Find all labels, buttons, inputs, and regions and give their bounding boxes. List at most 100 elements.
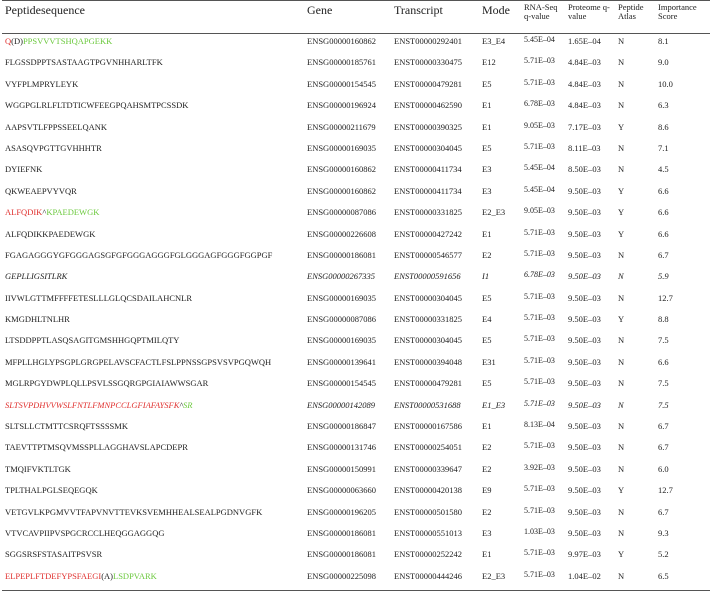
rnaseq-cell: 1.03E–03: [524, 526, 555, 536]
peptide-cell: ALFQDIK^KPAEDEWGK: [2, 205, 304, 226]
rnaseq-cell: 5.71E–03: [524, 227, 555, 237]
transcript-cell: ENST00000331825: [394, 314, 462, 325]
importance-cell: 6.6: [658, 228, 669, 239]
atlas-cell: N: [618, 399, 624, 410]
table-row: VTVCAVPIIPVSPGCRCCLHEQGGAGGQG ENSG0000018…: [2, 526, 710, 547]
mode-cell: E1: [482, 549, 492, 560]
peptide-segment: WGGPGLRLFLTDTICWFEEGPQAHSMTPCSSDK: [5, 100, 189, 111]
rnaseq-cell: 5.45E–04: [524, 163, 555, 173]
mode-cell: E3: [482, 527, 492, 538]
peptide-segment: FLGSSDPPTSASTAAGTPGVNHHARLTFK: [5, 57, 163, 68]
atlas-cell: N: [618, 142, 625, 153]
gene-cell: ENSG00000225098: [307, 570, 376, 581]
importance-cell: 10.0: [658, 78, 673, 89]
table-row: GEPLLIGSITLRK ENSG00000267335 ENST00000591…: [2, 269, 710, 290]
importance-cell: 6.6: [658, 207, 669, 218]
mode-cell: I1: [482, 271, 490, 282]
transcript-cell: ENST00000411734: [394, 185, 462, 196]
peptide-segment: IIVWLGTTMFFFFETESLLLGLQCSDAILAHCNLR: [5, 292, 192, 303]
table-row: ELPEPLFTDEFYPSFAEGI(A)LSDPVARK ENSG000002…: [2, 569, 710, 591]
header-proteome: Proteome q-value: [568, 2, 610, 21]
atlas-cell: Y: [618, 549, 625, 560]
mode-cell: E3: [482, 164, 492, 175]
atlas-cell: N: [618, 378, 625, 389]
proteome-cell: 4.84E–03: [568, 78, 601, 89]
atlas-cell: N: [618, 421, 625, 432]
rnaseq-cell: 5.45E–04: [524, 184, 555, 194]
proteome-cell: 9.50E–03: [568, 399, 601, 410]
atlas-cell: Y: [618, 485, 625, 496]
transcript-cell: ENST00000339647: [394, 463, 462, 474]
peptide-cell: GEPLLIGSITLRK: [2, 269, 304, 290]
peptide-segment: SGGSRSFSTASAITPSVSR: [5, 549, 103, 560]
table-row: FLGSSDPPTSASTAAGTPGVNHHARLTFK ENSG0000018…: [2, 55, 710, 76]
transcript-cell: ENST00000479281: [394, 378, 462, 389]
gene-cell: ENSG00000063660: [307, 485, 376, 496]
table-row: DYIEFNK ENSG00000160862 ENST00000411734 E3 5…: [2, 162, 710, 183]
peptide-segment: ALFQDIK: [5, 207, 43, 218]
header-peptide: Peptidesequence: [5, 3, 85, 17]
peptide-cell: SGGSRSFSTASAITPSVSR: [2, 547, 304, 568]
peptide-cell: VYFPLMPRYLEYK: [2, 77, 304, 98]
atlas-cell: N: [618, 527, 625, 538]
proteome-cell: 9.50E–03: [568, 506, 601, 517]
proteome-cell: 9.50E–03: [568, 228, 601, 239]
transcript-cell: ENST00000254051: [394, 442, 462, 453]
transcript-cell: ENST00000390325: [394, 121, 462, 132]
mode-cell: E31: [482, 356, 496, 367]
table-row: SLTSLLCTMTTCSRQFTSSSSMK ENSG00000186847 EN…: [2, 419, 710, 440]
peptide-segment: VTVCAVPIIPVSPGCRCCLHEQGGAGGQG: [5, 527, 165, 538]
table-row: VETGVLKPGMVVTFAPVNVTTEVKSVEMHHEALSEALPGD…: [2, 505, 710, 526]
atlas-cell: N: [618, 356, 625, 367]
proteome-cell: 7.17E–03: [568, 121, 601, 132]
gene-cell: ENSG00000185761: [307, 57, 376, 68]
proteome-cell: 9.50E–03: [568, 207, 601, 218]
importance-cell: 8.6: [658, 121, 669, 132]
atlas-cell: Y: [618, 185, 625, 196]
peptide-segment: QKWEAEPVYVQR: [5, 185, 77, 196]
peptide-cell: ASASQVPGTTGVHHHTR: [2, 141, 304, 162]
transcript-cell: ENST00000420138: [394, 485, 462, 496]
atlas-cell: Y: [618, 121, 625, 132]
table-row: Q(D)PPSVVVTSHQAPGEKK ENSG00000160862 ENST0…: [2, 34, 710, 56]
table-row: VYFPLMPRYLEYK ENSG00000154545 ENST00000479…: [2, 77, 710, 98]
importance-cell: 6.7: [658, 421, 669, 432]
peptide-cell: Q(D)PPSVVVTSHQAPGEKK: [2, 34, 304, 56]
peptide-segment: FGAGAGGGYGFGGGAGSGFGFGGGAGGGFGLGGGAGFGGG…: [5, 249, 273, 260]
peptide-segment: ASASQVPGTTGVHHHTR: [5, 142, 102, 153]
table-row: AAPSVTLFPPSSEELQANK ENSG00000211679 ENST00…: [2, 120, 710, 141]
table-row: QKWEAEPVYVQR ENSG00000160862 ENST000004117…: [2, 184, 710, 205]
peptide-segment: GEPLLIGSITLRK: [5, 271, 68, 282]
peptide-cell: QKWEAEPVYVQR: [2, 184, 304, 205]
proteome-cell: 9.50E–03: [568, 527, 601, 538]
gene-cell: ENSG00000154545: [307, 78, 376, 89]
transcript-cell: ENST00000546577: [394, 249, 462, 260]
importance-cell: 6.3: [658, 100, 669, 111]
mode-cell: E5: [482, 78, 492, 89]
atlas-cell: N: [618, 100, 625, 111]
peptide-table: Peptidesequence Gene Transcript Mode RNA…: [2, 0, 710, 591]
atlas-cell: Y: [618, 207, 625, 218]
peptide-segment: ALFQDIKKPAEDEWGK: [5, 228, 96, 239]
rnaseq-cell: 5.71E–03: [524, 141, 555, 151]
header-mode: Mode: [482, 3, 510, 17]
rnaseq-cell: 5.45E–04: [524, 35, 555, 44]
proteome-cell: 9.50E–03: [568, 314, 601, 325]
proteome-cell: 9.50E–03: [568, 378, 601, 389]
proteome-cell: 4.84E–03: [568, 100, 601, 111]
peptide-cell: VETGVLKPGMVVTFAPVNVTTEVKSVEMHHEALSEALPGD…: [2, 505, 304, 526]
atlas-cell: N: [618, 570, 625, 581]
gene-cell: ENSG00000186081: [307, 527, 376, 538]
peptide-cell: TPLTHALPGLSEQEGQK: [2, 483, 304, 504]
rnaseq-cell: 5.71E–03: [524, 77, 555, 87]
peptide-cell: MGLRPGYDWPLQLLPSVLSSGQRGPGIAIAWWSGAR: [2, 376, 304, 397]
rnaseq-cell: 5.71E–03: [524, 377, 555, 387]
transcript-cell: ENST00000304045: [394, 292, 462, 303]
peptide-cell: LTSDDPPTLASQSAGITGMSHHGQPTMILQTY: [2, 333, 304, 354]
gene-cell: ENSG00000131746: [307, 442, 376, 453]
rnaseq-cell: 5.71E–03: [524, 441, 555, 451]
importance-cell: 9.0: [658, 57, 669, 68]
peptide-segment: TPLTHALPGLSEQEGQK: [5, 485, 98, 496]
peptide-cell: AAPSVTLFPPSSEELQANK: [2, 120, 304, 141]
mode-cell: E5: [482, 378, 492, 389]
